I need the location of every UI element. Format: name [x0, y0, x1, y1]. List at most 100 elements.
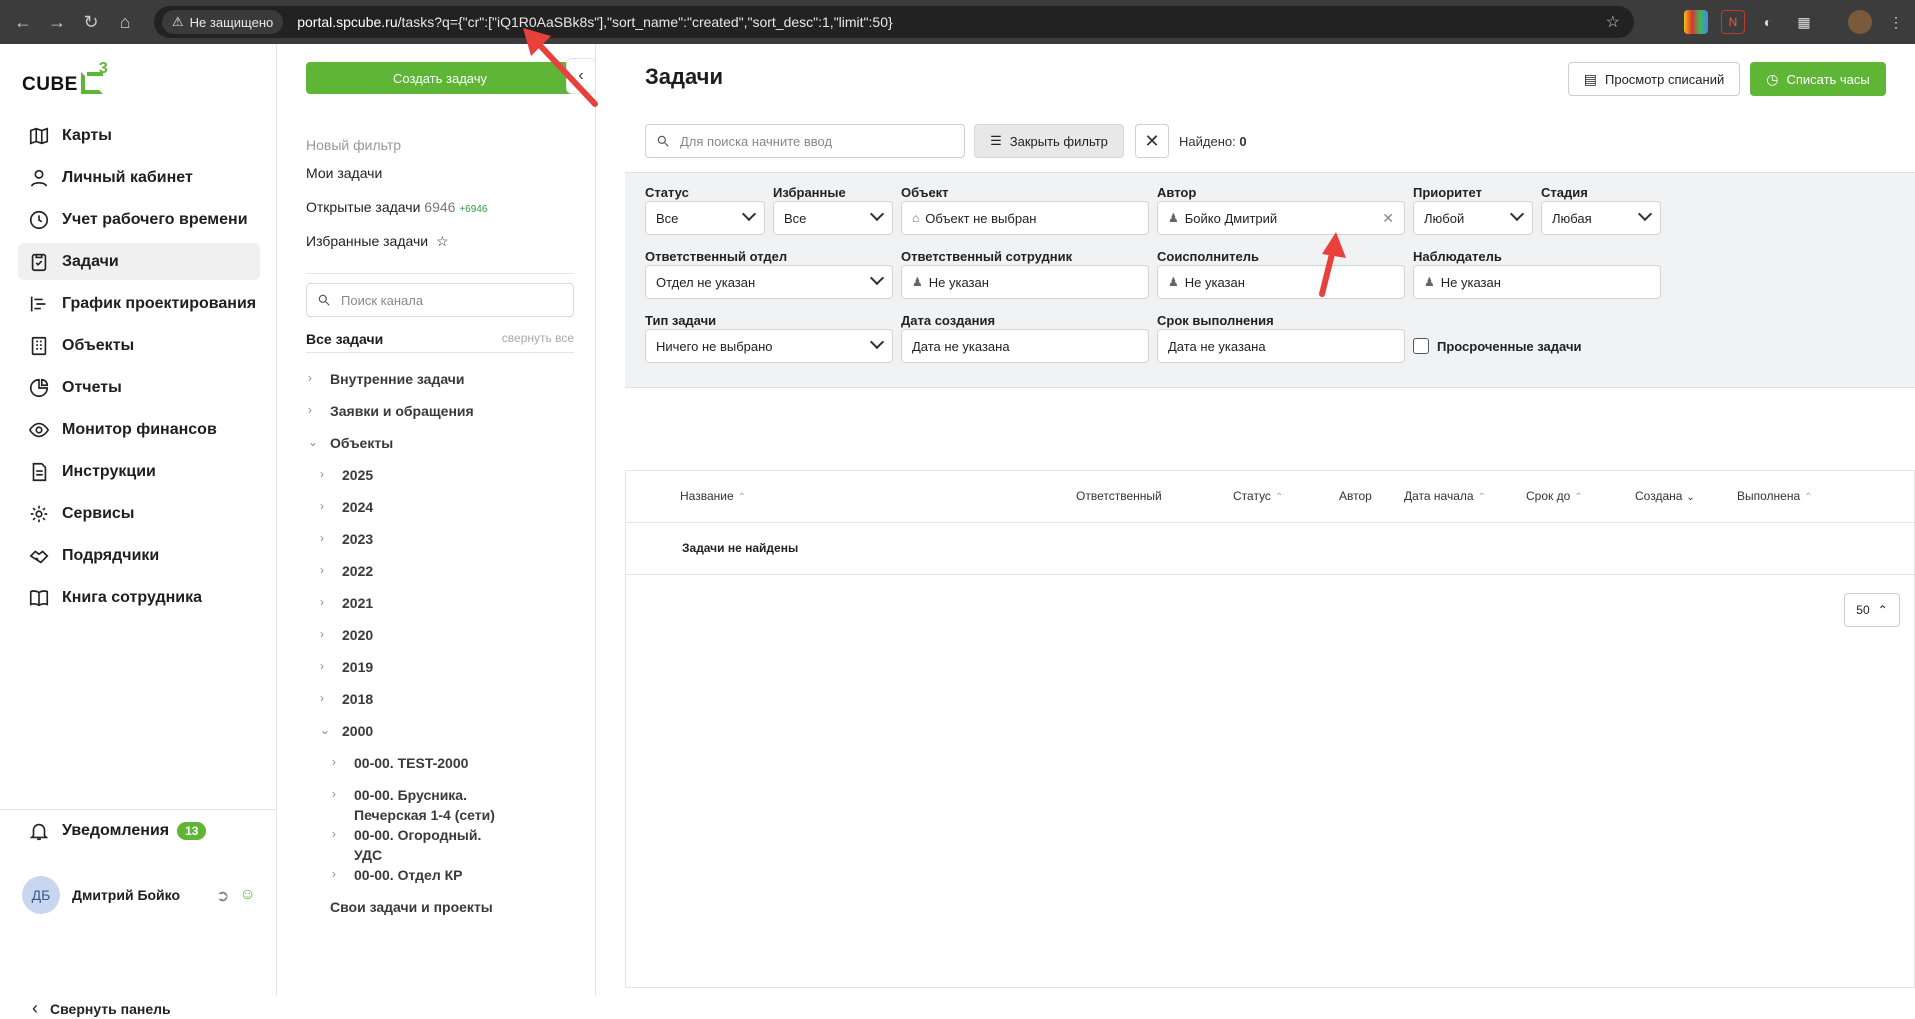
chevron-right-icon[interactable]: › [320, 529, 334, 547]
security-indicator[interactable]: ⚠ Не защищено [162, 10, 284, 34]
open-tasks-link[interactable]: Открытые задачи 6946 +6946 [306, 199, 487, 215]
created-date-input[interactable]: Дата не указана [901, 329, 1149, 363]
chevron-right-icon[interactable]: › [320, 593, 334, 611]
extension-color-icon[interactable] [1684, 10, 1708, 34]
col-start-date[interactable]: Дата начала ⌃ [1404, 489, 1486, 503]
status-select[interactable]: Все [645, 201, 765, 235]
cube-logo[interactable]: CUBE 3 [22, 60, 111, 96]
tree-item[interactable]: › 00-00. Отдел КР [308, 865, 598, 897]
my-tasks-link[interactable]: Мои задачи [306, 165, 382, 181]
clear-icon[interactable]: ✕ [1382, 210, 1394, 227]
col-responsible[interactable]: Ответственный [1076, 489, 1162, 503]
stage-select[interactable]: Любая [1541, 201, 1661, 235]
profile-avatar-icon[interactable] [1848, 10, 1872, 34]
forward-icon[interactable]: → [40, 5, 74, 39]
logout-icon[interactable]: ➲ [216, 886, 229, 906]
sidebar-item-7[interactable]: Монитор финансов [18, 411, 260, 448]
sidebar-item-0[interactable]: Карты [18, 117, 260, 154]
new-filter-link[interactable]: Новый фильтр [306, 137, 401, 153]
chevron-right-icon[interactable]: › [308, 369, 322, 387]
tree-item[interactable]: › 2020 [308, 625, 598, 657]
tree-item[interactable]: › 2021 [308, 593, 598, 625]
priority-select[interactable]: Любой [1413, 201, 1533, 235]
overdue-checkbox[interactable]: Просроченные задачи [1413, 338, 1582, 354]
author-select[interactable]: ♟ Бойко Дмитрий ✕ [1157, 201, 1405, 235]
chevron-right-icon[interactable]: › [332, 825, 346, 843]
sidebar-item-11[interactable]: Книга сотрудника [18, 579, 260, 616]
col-status[interactable]: Статус ⌃ [1233, 489, 1283, 503]
chevron-right-icon[interactable]: › [332, 865, 346, 883]
col-created[interactable]: Создана ⌄ [1635, 489, 1695, 503]
chevron-right-icon[interactable]: › [320, 689, 334, 707]
chevron-right-icon[interactable]: › [320, 497, 334, 515]
close-filter-button[interactable]: ☰ Закрыть фильтр [974, 124, 1124, 158]
extension-shield-icon[interactable]: ◐ [1756, 10, 1780, 34]
resp-employee-select[interactable]: ♟ Не указан [901, 265, 1149, 299]
sidebar-item-2[interactable]: Учет рабочего времени [18, 201, 260, 238]
tree-item[interactable]: › 2019 [308, 657, 598, 689]
sidebar-item-3[interactable]: Задачи [18, 243, 260, 280]
tree-item[interactable]: ⌄ 2000 [308, 721, 598, 753]
col-author[interactable]: Автор [1339, 489, 1372, 503]
user-profile[interactable]: ДБ Дмитрий Бойко [22, 876, 180, 914]
sidebar-item-8[interactable]: Инструкции [18, 453, 260, 490]
home-icon[interactable]: ⌂ [108, 5, 142, 39]
chevron-right-icon[interactable]: › [308, 401, 322, 419]
reset-filter-button[interactable]: ✕ [1135, 124, 1169, 158]
address-bar[interactable]: ⚠ Не защищено portal.spcube.ru/tasks?q={… [154, 6, 1634, 38]
col-due[interactable]: Срок до ⌃ [1526, 489, 1583, 503]
user-status-icon[interactable]: ☺ [239, 886, 255, 906]
favorites-select[interactable]: Все [773, 201, 893, 235]
sidebar-item-1[interactable]: Личный кабинет [18, 159, 260, 196]
create-task-button[interactable]: Создать задачу [306, 62, 574, 94]
favorite-tasks-link[interactable]: Избранные задачи ☆ [306, 233, 449, 250]
chevron-down-icon[interactable]: ⌄ [320, 721, 334, 739]
more-menu-icon[interactable]: ⋮ [1884, 10, 1908, 34]
chevron-right-icon[interactable]: › [320, 625, 334, 643]
tree-item[interactable]: › Заявки и обращения [308, 401, 598, 433]
collapse-panel-button[interactable]: ‹ Свернуть панель [32, 998, 171, 1019]
col-completed[interactable]: Выполнена ⌃ [1737, 489, 1813, 503]
collapse-panel-arrow[interactable]: ‹ [566, 58, 596, 94]
object-select[interactable]: ⌂ Объект не выбран [901, 201, 1149, 235]
tree-item[interactable]: › 2025 [308, 465, 598, 497]
page-size-select[interactable]: 50 ⌃ [1844, 593, 1900, 627]
url-text[interactable]: portal.spcube.ru/tasks?q={"cr":["iQ1R0Aa… [297, 14, 892, 30]
observer-select[interactable]: ♟ Не указан [1413, 265, 1661, 299]
sidebar-item-6[interactable]: Отчеты [18, 369, 260, 406]
channel-search-input[interactable]: Поиск канала [306, 283, 574, 317]
extension-n-icon[interactable]: N [1721, 10, 1745, 34]
writeoff-hours-button[interactable]: ◷ Списать часы [1750, 62, 1886, 96]
sidebar-item-9[interactable]: Сервисы [18, 495, 260, 532]
extensions-puzzle-icon[interactable]: ▦ [1792, 10, 1816, 34]
task-type-select[interactable]: Ничего не выбрано [645, 329, 893, 363]
chevron-right-icon[interactable]: › [332, 785, 346, 803]
collapse-all-link[interactable]: свернуть все [502, 331, 574, 347]
task-search-input[interactable]: Для поиска начните ввод [645, 124, 965, 158]
back-icon[interactable]: ← [6, 5, 40, 39]
tree-item[interactable]: › 00-00. Брусника. Печерская 1-4 (сети) [308, 785, 598, 825]
tree-item[interactable]: › 2023 [308, 529, 598, 561]
tree-item[interactable]: › 2018 [308, 689, 598, 721]
chevron-right-icon[interactable]: › [320, 465, 334, 483]
tree-item[interactable]: › 2024 [308, 497, 598, 529]
tree-item[interactable]: › 00-00. TEST-2000 [308, 753, 598, 785]
sidebar-item-4[interactable]: График проектирования [18, 285, 260, 322]
sidebar-item-5[interactable]: Объекты [18, 327, 260, 364]
tree-item[interactable]: › 2022 [308, 561, 598, 593]
bookmark-star-icon[interactable]: ☆ [1606, 12, 1620, 32]
chevron-right-icon[interactable]: › [320, 657, 334, 675]
view-writeoffs-button[interactable]: ▤ Просмотр списаний [1568, 62, 1740, 96]
tree-item[interactable]: ⌄ Объекты [308, 433, 598, 465]
checkbox-box[interactable] [1413, 338, 1429, 354]
tree-item[interactable]: Свои задачи и проекты [308, 897, 598, 929]
tree-item[interactable]: › 00-00. Огородный. УДС [308, 825, 598, 865]
resp-dept-select[interactable]: Отдел не указан [645, 265, 893, 299]
chevron-right-icon[interactable]: › [332, 753, 346, 771]
reload-icon[interactable]: ↻ [74, 5, 108, 39]
notifications-link[interactable]: Уведомления 13 [28, 820, 207, 842]
chevron-down-icon[interactable]: ⌄ [308, 433, 322, 451]
col-name[interactable]: Название ⌃ [680, 489, 746, 503]
coexecutor-select[interactable]: ♟ Не указан [1157, 265, 1405, 299]
sidebar-item-10[interactable]: Подрядчики [18, 537, 260, 574]
